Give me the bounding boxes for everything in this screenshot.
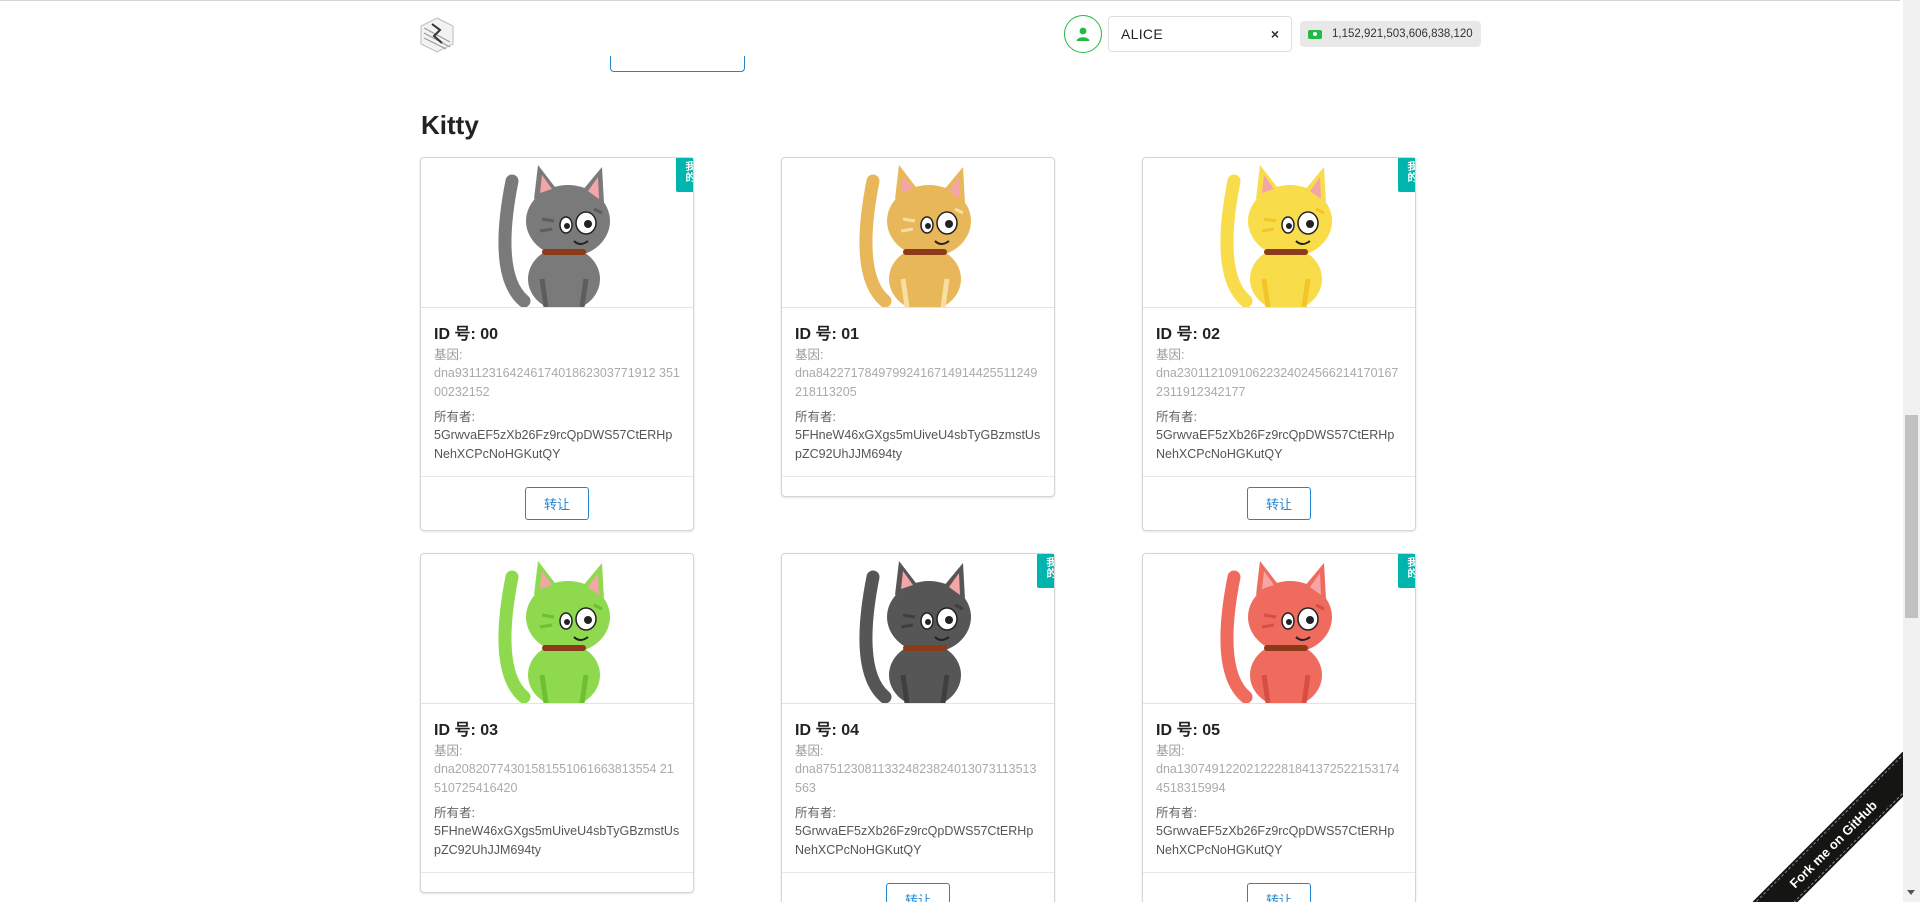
github-ribbon[interactable]: Fork me on GitHub bbox=[1753, 752, 1903, 902]
kitty-image: 我的 bbox=[1143, 554, 1415, 704]
cat-illustration-icon bbox=[498, 561, 610, 703]
kitty-details: ID 号: 02 基因: dna230112109106223240245662… bbox=[1143, 308, 1415, 476]
kitty-id: ID 号: 04 bbox=[795, 722, 860, 739]
balance-value: 1,152,921,503,606,838,120 bbox=[1332, 28, 1473, 40]
gene-label: 基因: bbox=[795, 744, 824, 758]
owner-label: 所有者: bbox=[795, 806, 836, 820]
kitty-card: 我的 ID 号: 02 基因: dna230112109106223240245… bbox=[1142, 157, 1416, 531]
scroll-down-arrow-icon[interactable] bbox=[1907, 890, 1915, 895]
kitty-id: ID 号: 03 bbox=[434, 722, 499, 739]
partial-button[interactable] bbox=[610, 56, 745, 72]
gene-label: 基因: bbox=[795, 348, 824, 362]
kitty-owner: 5GrwvaEF5zXb26Fz9rcQpDWS57CtERHpNehXCPcN… bbox=[1156, 824, 1395, 857]
card-actions: 转让 bbox=[421, 476, 693, 530]
kitty-image bbox=[782, 158, 1054, 308]
kitty-owner: 5GrwvaEF5zXb26Fz9rcQpDWS57CtERHpNehXCPcN… bbox=[1156, 428, 1395, 461]
account-bar: ALICE × 1,152,921,503,606,838,120 bbox=[1064, 15, 1481, 53]
section-title: Kitty bbox=[421, 110, 479, 140]
kitty-image bbox=[421, 554, 693, 704]
cat-illustration-icon bbox=[859, 165, 971, 307]
owner-label: 所有者: bbox=[1156, 806, 1197, 820]
mine-badge: 我的 bbox=[1037, 554, 1054, 588]
card-actions: 转让 bbox=[782, 872, 1054, 902]
kitty-details: ID 号: 05 基因: dna130749122021222818413725… bbox=[1143, 704, 1415, 872]
kitty-card: 我的 ID 号: 05 基因: dna130749122021222818413… bbox=[1142, 553, 1416, 902]
kitty-card: ID 号: 01 基因: dna842271784979924167149144… bbox=[781, 157, 1055, 497]
card-actions bbox=[421, 872, 693, 892]
kitty-id: ID 号: 05 bbox=[1156, 722, 1221, 739]
transfer-button[interactable]: 转让 bbox=[525, 487, 589, 520]
money-icon bbox=[1308, 29, 1322, 39]
user-icon[interactable] bbox=[1064, 15, 1102, 53]
kitty-id: ID 号: 02 bbox=[1156, 326, 1221, 343]
cat-illustration-icon bbox=[1220, 165, 1332, 307]
github-ribbon-label[interactable]: Fork me on GitHub bbox=[1753, 752, 1903, 902]
top-divider bbox=[0, 0, 1900, 1]
kitty-image: 我的 bbox=[421, 158, 693, 308]
account-select[interactable]: ALICE × bbox=[1108, 16, 1292, 52]
kitty-details: ID 号: 01 基因: dna842271784979924167149144… bbox=[782, 308, 1054, 476]
owner-label: 所有者: bbox=[1156, 410, 1197, 424]
cat-illustration-icon bbox=[859, 561, 971, 703]
kitty-dna: dna1307491220212228184137252215317445183… bbox=[1156, 762, 1400, 795]
kitty-dna: dna87512308113324823824013073113513563 bbox=[795, 762, 1037, 795]
kitty-image: 我的 bbox=[782, 554, 1054, 704]
kitty-dna: dna8422717849799241671491442551124921811… bbox=[795, 366, 1038, 399]
kitty-details: ID 号: 00 基因: dna931123164246174018623037… bbox=[421, 308, 693, 476]
kitty-image: 我的 bbox=[1143, 158, 1415, 308]
kitty-card: ID 号: 03 基因: dna208207743015815510616638… bbox=[420, 553, 694, 893]
gene-label: 基因: bbox=[434, 744, 463, 758]
scrollbar-thumb[interactable] bbox=[1905, 415, 1918, 618]
kitty-card: 我的 ID 号: 00 基因: dna931123164246174018623… bbox=[420, 157, 694, 531]
kitty-details: ID 号: 04 基因: dna875123081133248238240130… bbox=[782, 704, 1054, 872]
owner-label: 所有者: bbox=[795, 410, 836, 424]
cat-illustration-icon bbox=[498, 165, 610, 307]
mine-badge: 我的 bbox=[1398, 158, 1415, 192]
kitty-id: ID 号: 00 bbox=[434, 326, 499, 343]
kitty-dna: dna20820774301581551061663813554 2151072… bbox=[434, 762, 674, 795]
mine-badge: 我的 bbox=[1398, 554, 1415, 588]
owner-label: 所有者: bbox=[434, 806, 475, 820]
clear-icon[interactable]: × bbox=[1271, 26, 1279, 42]
kitty-owner: 5GrwvaEF5zXb26Fz9rcQpDWS57CtERHpNehXCPcN… bbox=[795, 824, 1034, 857]
kitty-details: ID 号: 03 基因: dna208207743015815510616638… bbox=[421, 704, 693, 872]
kitty-id: ID 号: 01 bbox=[795, 326, 860, 343]
card-actions: 转让 bbox=[1143, 872, 1415, 902]
balance-label: 1,152,921,503,606,838,120 bbox=[1300, 21, 1481, 47]
kitty-card: 我的 ID 号: 04 基因: dna875123081133248238240… bbox=[781, 553, 1055, 902]
transfer-button[interactable]: 转让 bbox=[1247, 487, 1311, 520]
gene-label: 基因: bbox=[434, 348, 463, 362]
cat-illustration-icon bbox=[1220, 561, 1332, 703]
account-name: ALICE bbox=[1121, 26, 1163, 42]
kitty-owner: 5FHneW46xGXgs5mUiveU4sbTyGBzmstUspZC92Uh… bbox=[434, 824, 680, 857]
mine-badge: 我的 bbox=[676, 158, 693, 192]
transfer-button[interactable]: 转让 bbox=[886, 883, 950, 902]
kitty-owner: 5FHneW46xGXgs5mUiveU4sbTyGBzmstUspZC92Uh… bbox=[795, 428, 1041, 461]
cube-logo-icon[interactable] bbox=[418, 16, 456, 54]
card-actions bbox=[782, 476, 1054, 496]
kitty-dna: dna93112316424617401862303771912 3510023… bbox=[434, 366, 680, 399]
owner-label: 所有者: bbox=[434, 410, 475, 424]
card-actions: 转让 bbox=[1143, 476, 1415, 530]
gene-label: 基因: bbox=[1156, 744, 1185, 758]
kitty-owner: 5GrwvaEF5zXb26Fz9rcQpDWS57CtERHpNehXCPcN… bbox=[434, 428, 673, 461]
transfer-button[interactable]: 转让 bbox=[1247, 883, 1311, 902]
kitty-dna: dna2301121091062232402456621417016723119… bbox=[1156, 366, 1399, 399]
gene-label: 基因: bbox=[1156, 348, 1185, 362]
